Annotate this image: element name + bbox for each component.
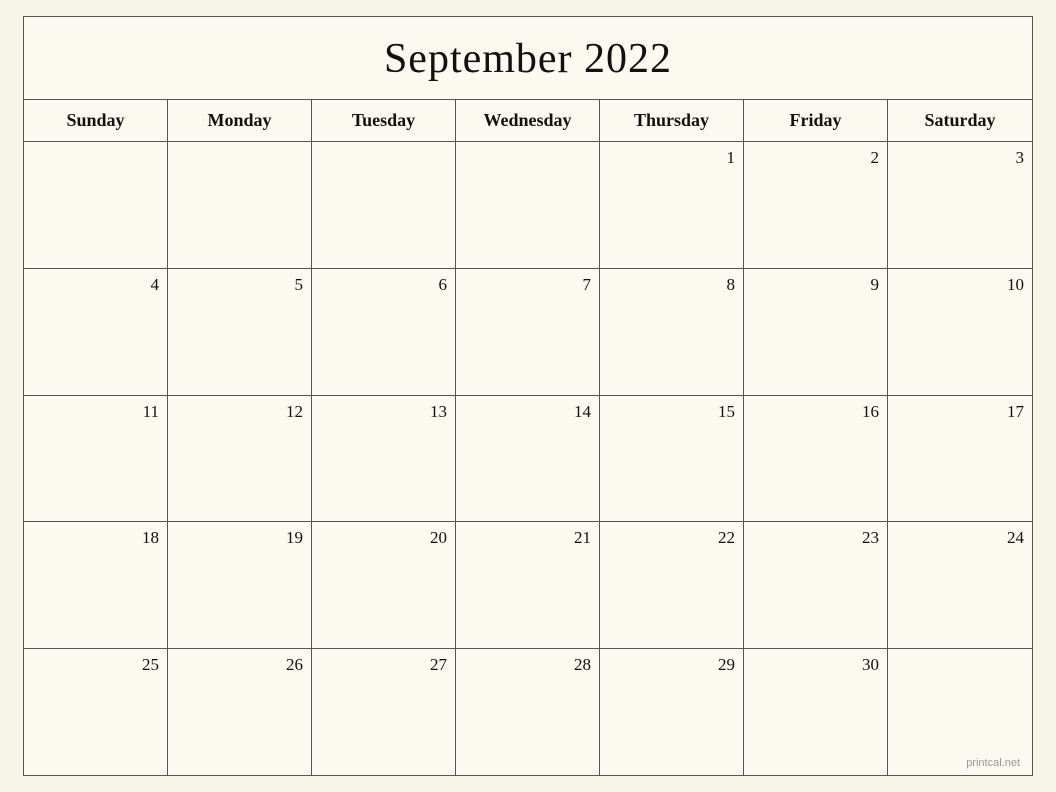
day-number: 16 bbox=[752, 402, 879, 422]
day-number: 19 bbox=[176, 528, 303, 548]
day-number: 11 bbox=[32, 402, 159, 422]
week-row-3: 11 12 13 14 15 16 17 bbox=[24, 396, 1032, 523]
day-cell bbox=[312, 142, 456, 268]
day-number: 30 bbox=[752, 655, 879, 675]
day-number: 18 bbox=[32, 528, 159, 548]
day-number: 28 bbox=[464, 655, 591, 675]
day-number: 10 bbox=[896, 275, 1024, 295]
day-header-thursday: Thursday bbox=[600, 100, 744, 141]
day-headers-row: SundayMondayTuesdayWednesdayThursdayFrid… bbox=[24, 100, 1032, 142]
calendar: September 2022 SundayMondayTuesdayWednes… bbox=[23, 16, 1033, 776]
day-cell: 16 bbox=[744, 396, 888, 522]
day-number: 24 bbox=[896, 528, 1024, 548]
calendar-grid: SundayMondayTuesdayWednesdayThursdayFrid… bbox=[24, 100, 1032, 775]
day-cell: 9 bbox=[744, 269, 888, 395]
week-row-2: 456789 10 bbox=[24, 269, 1032, 396]
day-cell: 4 bbox=[24, 269, 168, 395]
day-cell: 14 bbox=[456, 396, 600, 522]
day-number: 21 bbox=[464, 528, 591, 548]
day-header-monday: Monday bbox=[168, 100, 312, 141]
day-number: 20 bbox=[320, 528, 447, 548]
day-number: 7 bbox=[464, 275, 591, 295]
day-cell: 23 bbox=[744, 522, 888, 648]
week-row-4: 18 19 20 21 22 23 24 bbox=[24, 522, 1032, 649]
day-number: 15 bbox=[608, 402, 735, 422]
day-cell: 21 bbox=[456, 522, 600, 648]
day-cell: 6 bbox=[312, 269, 456, 395]
day-cell: 1 bbox=[600, 142, 744, 268]
day-number: 6 bbox=[320, 275, 447, 295]
day-cell: 19 bbox=[168, 522, 312, 648]
day-number: 23 bbox=[752, 528, 879, 548]
day-number: 5 bbox=[176, 275, 303, 295]
day-cell: 5 bbox=[168, 269, 312, 395]
day-number: 26 bbox=[176, 655, 303, 675]
day-cell: 18 bbox=[24, 522, 168, 648]
day-cell bbox=[168, 142, 312, 268]
day-cell: 12 bbox=[168, 396, 312, 522]
day-cell: 25 bbox=[24, 649, 168, 775]
day-number: 29 bbox=[608, 655, 735, 675]
day-number: 3 bbox=[896, 148, 1024, 168]
week-row-1: 123 bbox=[24, 142, 1032, 269]
day-number: 27 bbox=[320, 655, 447, 675]
day-cell: 20 bbox=[312, 522, 456, 648]
day-header-wednesday: Wednesday bbox=[456, 100, 600, 141]
day-cell: 13 bbox=[312, 396, 456, 522]
day-number: 2 bbox=[752, 148, 879, 168]
day-cell: 29 bbox=[600, 649, 744, 775]
day-header-friday: Friday bbox=[744, 100, 888, 141]
day-cell: 15 bbox=[600, 396, 744, 522]
day-number: 1 bbox=[608, 148, 735, 168]
day-header-saturday: Saturday bbox=[888, 100, 1032, 141]
weeks-container: 1234567891011121314151617181920212223242… bbox=[24, 142, 1032, 775]
day-number: 4 bbox=[32, 275, 159, 295]
day-number: 14 bbox=[464, 402, 591, 422]
day-cell: 10 bbox=[888, 269, 1032, 395]
day-cell: 26 bbox=[168, 649, 312, 775]
day-cell: 28 bbox=[456, 649, 600, 775]
day-number: 13 bbox=[320, 402, 447, 422]
day-header-tuesday: Tuesday bbox=[312, 100, 456, 141]
day-cell: 8 bbox=[600, 269, 744, 395]
day-number: 22 bbox=[608, 528, 735, 548]
day-cell: 30 bbox=[744, 649, 888, 775]
calendar-title: September 2022 bbox=[24, 17, 1032, 100]
day-cell bbox=[456, 142, 600, 268]
day-cell: 11 bbox=[24, 396, 168, 522]
day-cell: 2 bbox=[744, 142, 888, 268]
week-row-5: 25 26 27 28 29 30 printcal.net bbox=[24, 649, 1032, 775]
day-cell: 22 bbox=[600, 522, 744, 648]
day-cell: 7 bbox=[456, 269, 600, 395]
watermark: printcal.net bbox=[966, 757, 1020, 769]
day-number: 25 bbox=[32, 655, 159, 675]
day-cell: 3 bbox=[888, 142, 1032, 268]
day-cell: printcal.net bbox=[888, 649, 1032, 775]
day-number: 17 bbox=[896, 402, 1024, 422]
day-header-sunday: Sunday bbox=[24, 100, 168, 141]
day-cell: 24 bbox=[888, 522, 1032, 648]
day-number: 9 bbox=[752, 275, 879, 295]
day-number: 8 bbox=[608, 275, 735, 295]
day-cell: 27 bbox=[312, 649, 456, 775]
day-cell: 17 bbox=[888, 396, 1032, 522]
day-cell bbox=[24, 142, 168, 268]
day-number: 12 bbox=[176, 402, 303, 422]
